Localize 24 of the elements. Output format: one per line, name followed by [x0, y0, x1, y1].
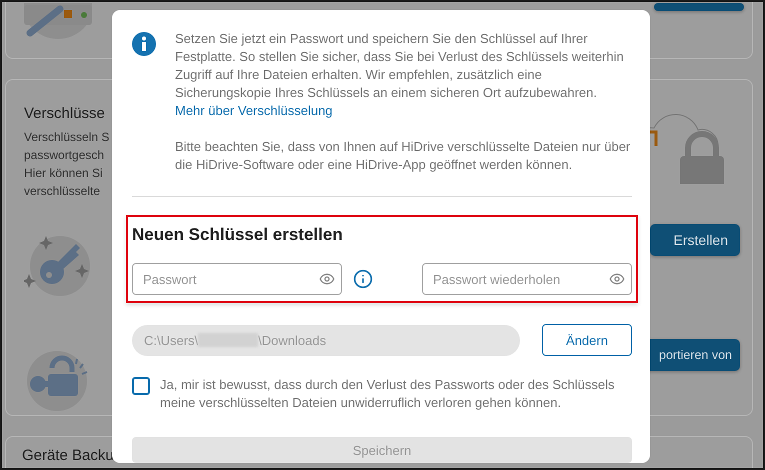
info-icon[interactable] — [353, 269, 373, 289]
info-text: Setzen Sie jetzt ein Passwort und speichern Sie den Schlüssel auf Ihrer Festplatte. So stellen Sie sicher, dass Sie bei Verlust des Schlüssels weiterhin Zugriff auf Ihre Dateien erhalten. Wir empfehlen, zusätzlich eine Sicherungskopie Ihres Schlüssels an einem sicheren Ort aufzubewahren. — [175, 30, 625, 102]
path-text: C:\Users\ — [144, 332, 198, 348]
section-title: Neuen Schlüssel erstellen — [132, 225, 344, 245]
password-repeat-field[interactable]: Passwort wiederholen — [422, 263, 632, 295]
unlocked-key-icon — [24, 348, 90, 414]
eye-icon[interactable] — [609, 271, 625, 287]
card-description: passwortgesch — [24, 147, 106, 164]
card-description: verschlüsselte — [24, 183, 102, 200]
encryption-link[interactable]: Mehr über Verschlüsselung — [175, 102, 333, 120]
create-button[interactable]: Erstellen — [650, 224, 740, 256]
card-title: Verschlüsse — [24, 105, 106, 122]
path-text: \Downloads — [258, 332, 326, 348]
card-description: Verschlüsseln S — [24, 129, 110, 146]
card-title: Geräte Backu — [22, 447, 114, 466]
consent-checkbox[interactable] — [132, 377, 150, 395]
info-icon — [132, 32, 156, 56]
wrench-icon — [24, 3, 92, 40]
change-button[interactable]: Ändern — [542, 324, 632, 356]
consent-text: Ja, mir ist bewusst, dass durch den Verlust des Passworts oder des Schlüssels meine verschlüsselten Dateien unwiderruflich verloren gehen können. — [160, 376, 616, 412]
eye-icon[interactable] — [319, 271, 335, 287]
password-field[interactable]: Passwort — [132, 263, 342, 295]
note-text: Bitte beachten Sie, dass von Ihnen auf HiDrive verschlüsselte Dateien nur über die HiDrive-Software oder eine HiDrive-App geöffnet werden können. — [175, 138, 632, 174]
card-description: Hier können Si — [24, 165, 104, 182]
